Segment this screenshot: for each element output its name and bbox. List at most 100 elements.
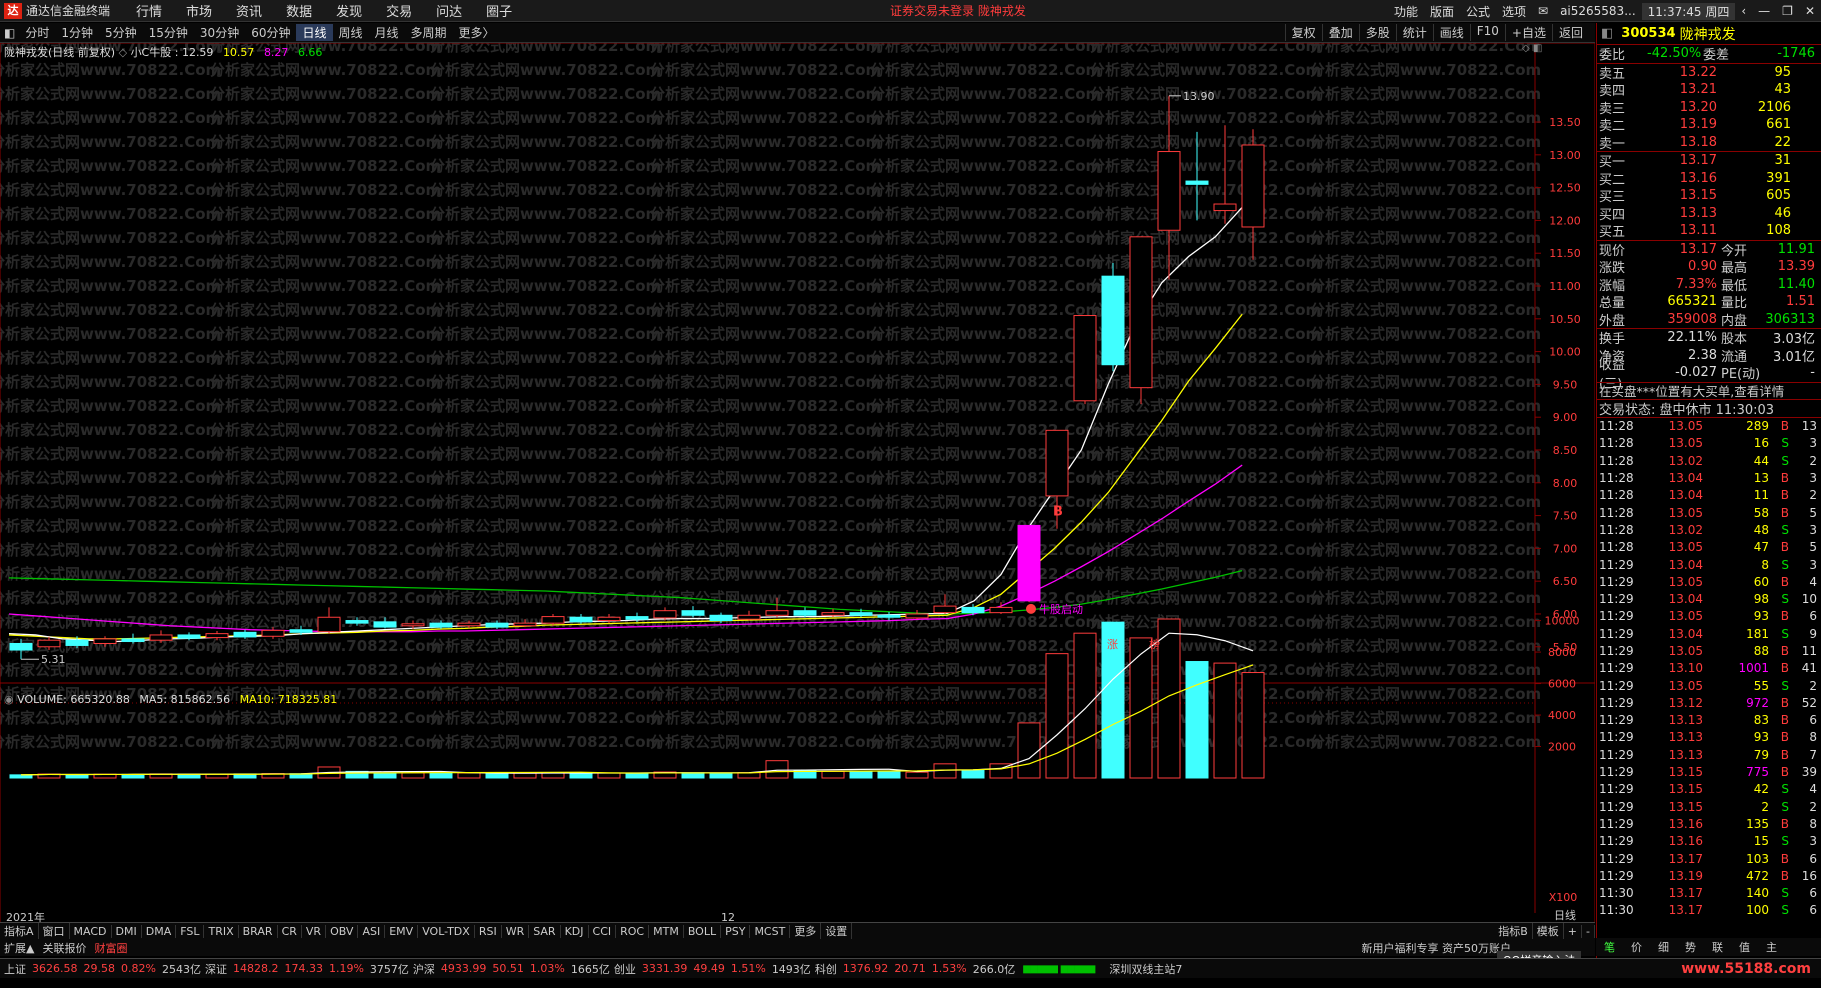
indicator-tab-3[interactable]: DMI (112, 924, 142, 938)
period-30min[interactable]: 30分钟 (194, 24, 245, 41)
period-fenshi[interactable]: 分时 (19, 24, 55, 41)
account-name[interactable]: ai5265583... (1554, 4, 1642, 18)
promo-text[interactable]: 新用户福利专享 资产50万账户 (1358, 940, 1516, 956)
tab-expand[interactable]: 扩展▲ (0, 940, 38, 956)
menu-item-faxian[interactable]: 发现 (324, 1, 374, 20)
period-weekly[interactable]: 周线 (333, 24, 369, 41)
index-name[interactable]: 深证 (201, 961, 227, 977)
period-60min[interactable]: 60分钟 (245, 24, 296, 41)
indicator-right-2[interactable]: + (1564, 924, 1583, 938)
tongji-button[interactable]: 统计 (1395, 24, 1433, 41)
settings-icon[interactable]: ◉ (4, 693, 17, 706)
menu-gongshi[interactable]: 公式 (1460, 3, 1496, 20)
login-notice[interactable]: 证券交易未登录 陇神戎发 (890, 2, 1026, 19)
quote-tab-4[interactable]: 联 (1704, 939, 1731, 955)
close-icon[interactable]: ✕ (1799, 4, 1821, 18)
index-name[interactable]: 沪深 (409, 961, 435, 977)
indicator-tab-4[interactable]: DMA (142, 924, 177, 938)
indicator-tab-17[interactable]: KDJ (561, 924, 589, 938)
index-name[interactable]: 创业 (610, 961, 636, 977)
f10-button[interactable]: F10 (1469, 24, 1505, 41)
period-5min[interactable]: 5分钟 (99, 24, 143, 41)
period-more[interactable]: 更多〉 (453, 24, 501, 41)
menu-item-shichang[interactable]: 市场 (174, 1, 224, 20)
indicator-tab-9[interactable]: VR (302, 924, 327, 938)
quote-tab-6[interactable]: 主 (1758, 939, 1785, 955)
indicator-right-3[interactable]: - (1582, 924, 1595, 938)
indicator-tab-0[interactable]: 指标A (0, 923, 39, 939)
quote-tab-0[interactable]: 笔 (1596, 939, 1623, 955)
news-row[interactable]: 在买盘***位置有大买单,查看详情 (1597, 381, 1821, 400)
indicator-tab-12[interactable]: EMV (385, 924, 419, 938)
indicator-right-0[interactable]: 指标B (1494, 923, 1533, 939)
menu-gongneng[interactable]: 功能 (1388, 3, 1424, 20)
quote-tab-2[interactable]: 细 (1650, 939, 1677, 955)
watermark-text: 分析家公式网www.70822.Com (1090, 565, 1321, 583)
duogu-button[interactable]: 多股 (1358, 24, 1396, 41)
indicator-tab-5[interactable]: FSL (176, 924, 205, 938)
chevron-down-icon[interactable]: ◇ (119, 46, 131, 59)
indicator-tab-20[interactable]: MTM (649, 924, 684, 938)
indicator-tab-6[interactable]: TRIX (204, 924, 239, 938)
watermark-text: 分析家公式网www.70822.Com (430, 109, 661, 127)
menu-item-hangqing[interactable]: 行情 (124, 1, 174, 20)
candle-body (485, 622, 509, 628)
indicator-tab-10[interactable]: OBV (326, 924, 359, 938)
indicator-tab-13[interactable]: VOL-TDX (418, 924, 475, 938)
indicator-right-1[interactable]: 模板 (1533, 923, 1564, 939)
tab-related-quotes[interactable]: 关联报价 (38, 940, 90, 956)
indicator-tab-2[interactable]: MACD (70, 924, 112, 938)
quote-tab-3[interactable]: 势 (1677, 939, 1704, 955)
tick-row: 11:28 13.04 11 B 2 (1597, 487, 1821, 504)
menu-item-shuju[interactable]: 数据 (274, 1, 324, 20)
period-1min[interactable]: 1分钟 (55, 24, 99, 41)
indicator-tab-16[interactable]: SAR (529, 924, 561, 938)
watermark-text: 分析家公式网www.70822.Com (1090, 61, 1321, 79)
tab-wealth-circle[interactable]: 财富圈 (90, 940, 131, 956)
restore-icon[interactable]: ❐ (1776, 4, 1799, 18)
minimize-icon[interactable]: — (1752, 4, 1776, 18)
period-15min[interactable]: 15分钟 (143, 24, 194, 41)
candle-body (429, 622, 453, 628)
add-watchlist-button[interactable]: +自选 (1504, 24, 1552, 41)
menu-item-jiaoyi[interactable]: 交易 (374, 1, 424, 20)
menu-xuanxiang[interactable]: 选项 (1496, 3, 1532, 20)
period-daily[interactable]: 日线 (296, 24, 333, 41)
menu-item-zixun[interactable]: 资讯 (224, 1, 274, 20)
kline-chart[interactable]: 分析家公式网www.70822.Com 分析家公式网www.70822.Com 分析… (0, 43, 1595, 923)
indicator-tab-24[interactable]: 更多 (790, 923, 822, 939)
indicator-tab-22[interactable]: PSY (721, 924, 751, 938)
toggle-panel-icon[interactable]: ◧ (0, 26, 19, 40)
quote-menu-icon[interactable]: ◧ (1597, 26, 1617, 41)
index-name[interactable]: 科创 (811, 961, 837, 977)
indicator-tab-23[interactable]: MCST (750, 924, 791, 938)
back-icon[interactable]: ‹ (1735, 4, 1752, 18)
index-name[interactable]: 上证 (0, 961, 26, 977)
menu-item-wenda[interactable]: 问达 (424, 1, 474, 20)
server-name[interactable]: 深圳双线主站7 (1103, 961, 1182, 977)
indicator-tab-21[interactable]: BOLL (684, 924, 722, 938)
menu-item-quanzi[interactable]: 圈子 (474, 1, 524, 20)
indicator-tab-1[interactable]: 窗口 (39, 923, 70, 939)
diejia-button[interactable]: 叠加 (1321, 24, 1359, 41)
huaxian-button[interactable]: 画线 (1432, 24, 1470, 41)
menu-banmian[interactable]: 版面 (1424, 3, 1460, 20)
indicator-tab-8[interactable]: CR (278, 924, 302, 938)
news-text[interactable]: 在买盘***位置有大买单,查看详情 (1597, 381, 1784, 400)
tick-volume: 93 (1753, 730, 1769, 745)
indicator-tab-14[interactable]: RSI (475, 924, 502, 938)
indicator-tab-19[interactable]: ROC (616, 924, 650, 938)
period-monthly[interactable]: 月线 (369, 24, 405, 41)
indicator-tab-11[interactable]: ASI (358, 924, 386, 938)
fuquan-button[interactable]: 复权 (1284, 24, 1322, 41)
indicator-tab-15[interactable]: WR (502, 924, 530, 938)
index-price: 3331.39 (641, 962, 688, 975)
period-multi[interactable]: 多周期 (405, 24, 453, 41)
back-button[interactable]: 返回 (1551, 24, 1589, 41)
indicator-tab-25[interactable]: 设置 (821, 923, 853, 939)
quote-tab-5[interactable]: 值 (1731, 939, 1758, 955)
indicator-tab-18[interactable]: CCI (589, 924, 617, 938)
mail-icon[interactable]: ✉ (1532, 4, 1554, 18)
indicator-tab-7[interactable]: BRAR (239, 924, 278, 938)
quote-tab-1[interactable]: 价 (1623, 939, 1650, 955)
